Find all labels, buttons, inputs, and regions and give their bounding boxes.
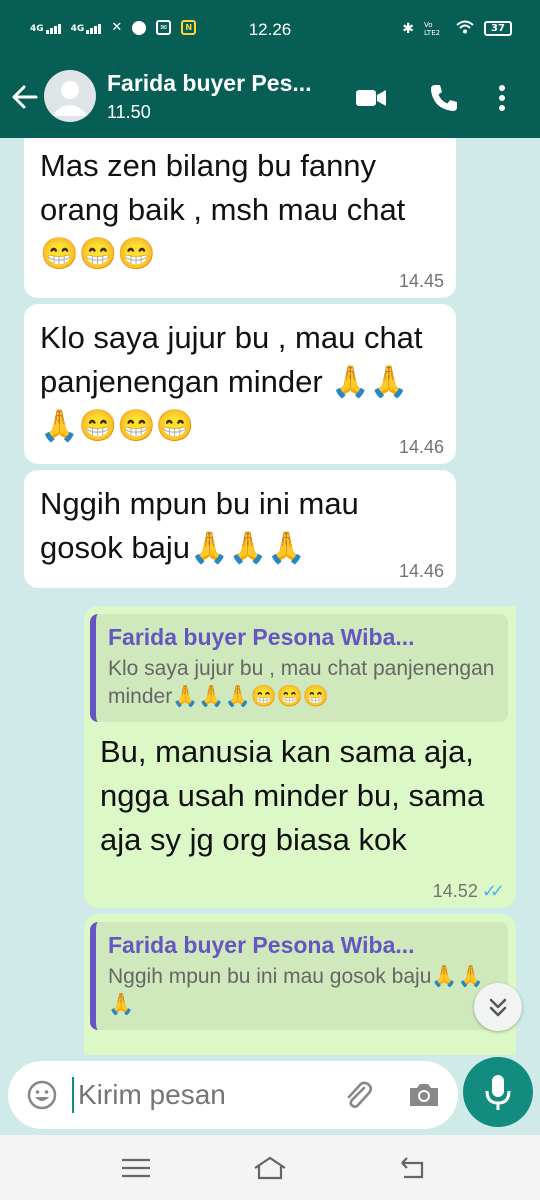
message-time-label: 14.45	[398, 271, 444, 291]
message-bubble-outgoing[interactable]: Farida buyer Pesona Wiba... Klo saya juj…	[84, 606, 516, 908]
quoted-message[interactable]: Farida buyer Pesona Wiba... Klo saya juj…	[90, 614, 508, 722]
more-vert-icon[interactable]	[492, 82, 512, 114]
last-seen: 11.50	[107, 102, 151, 122]
recent-apps-icon[interactable]	[118, 1153, 154, 1183]
battery-icon: 37	[484, 21, 512, 36]
camera-icon[interactable]	[406, 1077, 442, 1113]
avatar[interactable]	[44, 70, 96, 122]
message-text: Nggih mpun bu ini mau gosok baju🙏🙏🙏	[40, 486, 359, 565]
message-bubble-incoming[interactable]: Klo saya jujur bu , mau chat panjenengan…	[24, 304, 456, 464]
default-avatar-icon	[52, 81, 88, 116]
emoji-icon[interactable]	[26, 1079, 58, 1111]
message-time-label: 14.52	[432, 881, 478, 901]
volte-label: Vo LTE2	[424, 20, 441, 37]
attach-icon[interactable]	[340, 1077, 376, 1113]
composer-bar	[0, 1055, 540, 1135]
quoted-text: Nggih mpun bu ini mau gosok baju🙏🙏🙏	[108, 965, 484, 1016]
status-bar: 4G 4G ✕ ✉ N 12.26 ✱ Vo LTE2 37	[0, 0, 540, 62]
message-text: Mas zen bilang bu fanny orang baik , msh…	[40, 148, 406, 271]
status-right: ✱ Vo LTE2 37	[402, 20, 512, 37]
quoted-author: Farida buyer Pesona Wiba...	[108, 932, 415, 958]
message-text: Bu, manusia kan sama aja, ngga usah mind…	[100, 734, 485, 857]
message-time-label: 14.46	[398, 561, 444, 581]
quoted-text: Klo saya jujur bu , mau chat panjenengan…	[108, 657, 495, 708]
message-input-container[interactable]	[8, 1061, 458, 1129]
read-receipt-icon: ✓✓	[481, 881, 505, 901]
scroll-to-bottom-button[interactable]	[474, 983, 522, 1031]
bluetooth-icon: ✱	[402, 20, 414, 37]
message-bubble-incoming[interactable]: Nggih mpun bu ini mau gosok baju🙏🙏🙏 14.4…	[24, 470, 456, 588]
message-text: Klo saya jujur bu , mau chat panjenengan…	[40, 320, 423, 443]
chat-header: Farida buyer Pes... 11.50	[0, 62, 540, 138]
mic-icon	[485, 1075, 511, 1110]
video-call-icon[interactable]	[354, 82, 386, 114]
quoted-message[interactable]: Farida buyer Pesona Wiba... Nggih mpun b…	[90, 922, 508, 1030]
message-time: 14.46	[399, 561, 444, 582]
contact-name[interactable]: Farida buyer Pes...	[107, 70, 337, 97]
home-icon[interactable]	[252, 1153, 288, 1183]
quoted-author: Farida buyer Pesona Wiba...	[108, 624, 415, 650]
phone-icon[interactable]	[428, 82, 460, 114]
arrow-back-icon[interactable]	[10, 82, 40, 112]
message-time: 14.45	[399, 271, 444, 292]
wifi-icon	[456, 20, 474, 37]
chat-area[interactable]: Mas zen bilang bu fanny orang baik , msh…	[0, 138, 540, 1055]
message-bubble-incoming[interactable]: Mas zen bilang bu fanny orang baik , msh…	[24, 138, 456, 298]
message-time: 14.52 ✓✓	[432, 881, 505, 902]
text-cursor	[72, 1077, 74, 1113]
message-time: 14.46	[399, 437, 444, 458]
mic-button[interactable]	[463, 1057, 533, 1127]
back-nav-icon[interactable]	[394, 1153, 430, 1183]
message-time-label: 14.46	[398, 437, 444, 457]
message-bubble-outgoing[interactable]: Farida buyer Pesona Wiba... Nggih mpun b…	[84, 914, 516, 1055]
message-input[interactable]	[78, 1079, 318, 1111]
system-nav-bar	[0, 1135, 540, 1200]
chevron-double-down-icon	[489, 998, 507, 1017]
